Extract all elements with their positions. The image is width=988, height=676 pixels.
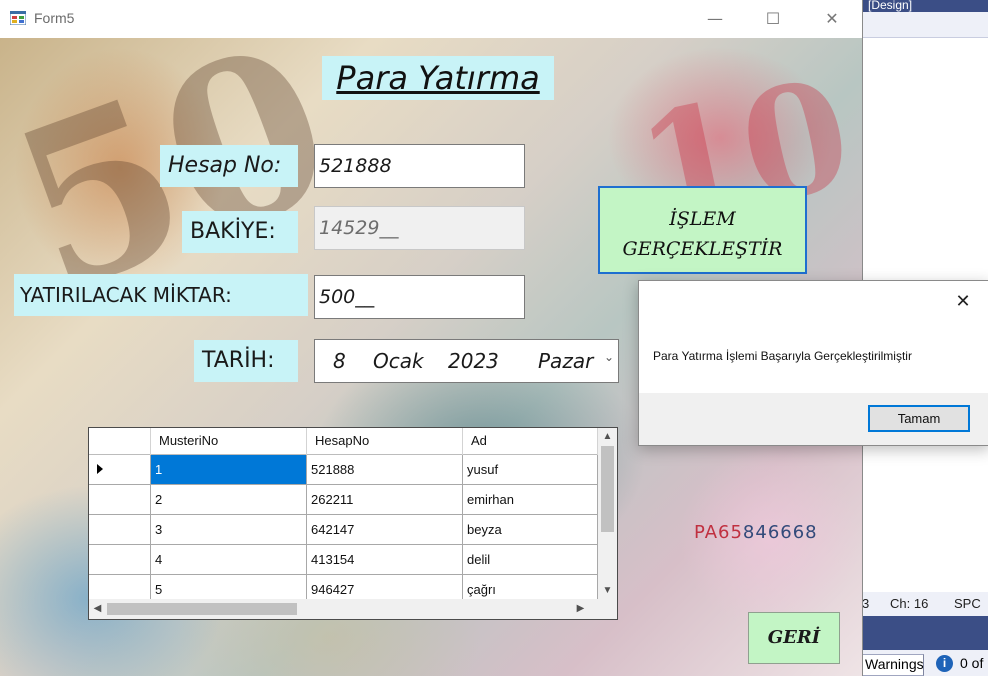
- date-weekday: Pazar: [538, 349, 594, 373]
- bakiye-input[interactable]: 14529__: [314, 206, 525, 250]
- message-box-dialog: ✕ Para Yatırma İşlemi Başarıyla Gerçekle…: [638, 280, 988, 446]
- table-row[interactable]: 4 413154 delil: [89, 545, 598, 575]
- table-row[interactable]: 2 262211 emirhan: [89, 485, 598, 515]
- ide-status-column: Ch: 16: [890, 596, 929, 611]
- ide-status-mode: SPC: [954, 596, 981, 611]
- app-icon: [10, 11, 26, 25]
- banknote-serial: PA65846668: [694, 522, 818, 543]
- cell-hesapno[interactable]: 262211: [307, 485, 463, 514]
- row-header[interactable]: [89, 455, 151, 484]
- islem-gerceklestir-button[interactable]: İŞLEM GERÇEKLEŞTİR: [598, 186, 807, 274]
- messages-filter-label: 0 of: [960, 655, 984, 671]
- tarih-label: TARİH:: [194, 340, 298, 382]
- ide-status-bar: 3 Ch: 16 SPC: [862, 592, 988, 616]
- row-header[interactable]: [89, 545, 151, 574]
- ide-tab-strip: [862, 12, 988, 38]
- grid-header: MusteriNo HesapNo Ad: [89, 428, 598, 455]
- cell-musterino[interactable]: 4: [151, 545, 307, 574]
- hesap-no-input[interactable]: 521888: [314, 144, 525, 188]
- scroll-down-icon[interactable]: ▼: [598, 582, 617, 599]
- date-year: 2023: [448, 349, 499, 373]
- messages-filter-button[interactable]: i 0 of: [936, 654, 983, 676]
- cell-ad[interactable]: yusuf: [463, 455, 598, 484]
- table-row[interactable]: 1 521888 yusuf: [89, 455, 598, 485]
- message-text: Para Yatırma İşlemi Başarıyla Gerçekleşt…: [653, 349, 912, 363]
- scroll-left-icon[interactable]: ◀: [89, 599, 106, 619]
- minimize-button[interactable]: —: [686, 0, 744, 38]
- table-row[interactable]: 3 642147 beyza: [89, 515, 598, 545]
- cell-hesapno[interactable]: 642147: [307, 515, 463, 544]
- page-title: Para Yatırma: [322, 56, 554, 100]
- date-month: Ocak: [373, 349, 424, 373]
- cell-musterino[interactable]: 3: [151, 515, 307, 544]
- ide-error-list-toolbar: Warnings i 0 of: [862, 650, 988, 676]
- chevron-down-icon[interactable]: ⌄: [604, 350, 614, 364]
- row-header[interactable]: [89, 485, 151, 514]
- vertical-scroll-thumb[interactable]: [601, 446, 614, 532]
- horizontal-scroll-thumb[interactable]: [107, 603, 297, 615]
- column-header-hesapno[interactable]: HesapNo: [307, 428, 463, 455]
- banknote-serial-number: 846668: [742, 522, 818, 543]
- date-day: 8: [333, 349, 346, 373]
- scrollbar-corner: [598, 599, 617, 619]
- tarih-date-picker[interactable]: 8 Ocak 2023 Pazar ⌄: [314, 339, 619, 383]
- scroll-up-icon[interactable]: ▲: [598, 428, 617, 445]
- close-button[interactable]: ✕: [803, 0, 861, 38]
- maximize-button[interactable]: ☐: [744, 0, 802, 38]
- close-icon[interactable]: ✕: [949, 289, 977, 313]
- yatirilacak-miktar-input[interactable]: 500__: [314, 275, 525, 319]
- title-bar[interactable]: Form5 — ☐ ✕: [0, 0, 862, 38]
- window-title: Form5: [34, 10, 75, 26]
- cell-musterino[interactable]: 2: [151, 485, 307, 514]
- ide-tab-title[interactable]: [Design]: [862, 0, 988, 12]
- cell-ad[interactable]: beyza: [463, 515, 598, 544]
- yatirilacak-miktar-label: YATIRILACAK MİKTAR:: [14, 274, 308, 316]
- bakiye-label: BAKİYE:: [182, 211, 298, 253]
- scroll-right-icon[interactable]: ▶: [572, 599, 589, 619]
- customer-data-grid[interactable]: MusteriNo HesapNo Ad 1 521888 yusuf 2 26…: [88, 427, 618, 620]
- info-icon: i: [936, 655, 953, 672]
- hesap-no-label: Hesap No:: [160, 145, 298, 187]
- row-header[interactable]: [89, 515, 151, 544]
- cell-ad[interactable]: emirhan: [463, 485, 598, 514]
- column-header-musterino[interactable]: MusteriNo: [151, 428, 307, 455]
- message-box-footer: Tamam: [639, 393, 988, 445]
- column-header-ad[interactable]: Ad: [463, 428, 598, 455]
- cell-hesapno[interactable]: 413154: [307, 545, 463, 574]
- ide-panel-header: [862, 616, 988, 650]
- vertical-scrollbar[interactable]: ▲ ▼: [598, 428, 617, 599]
- banknote-serial-prefix: PA65: [694, 522, 743, 543]
- ide-status-line: 3: [862, 596, 870, 611]
- cell-ad[interactable]: delil: [463, 545, 598, 574]
- islem-button-line2: GERÇEKLEŞTİR: [622, 238, 783, 260]
- cell-musterino[interactable]: 1: [151, 455, 307, 484]
- horizontal-scrollbar[interactable]: ◀ ▶: [89, 599, 598, 619]
- warnings-filter-button[interactable]: Warnings: [862, 654, 924, 676]
- cell-hesapno[interactable]: 521888: [307, 455, 463, 484]
- grid-corner-header[interactable]: [89, 428, 151, 455]
- tamam-button[interactable]: Tamam: [868, 405, 970, 432]
- current-row-arrow-icon: [97, 464, 103, 474]
- islem-button-line1: İŞLEM: [669, 208, 736, 230]
- geri-button[interactable]: GERİ: [748, 612, 840, 664]
